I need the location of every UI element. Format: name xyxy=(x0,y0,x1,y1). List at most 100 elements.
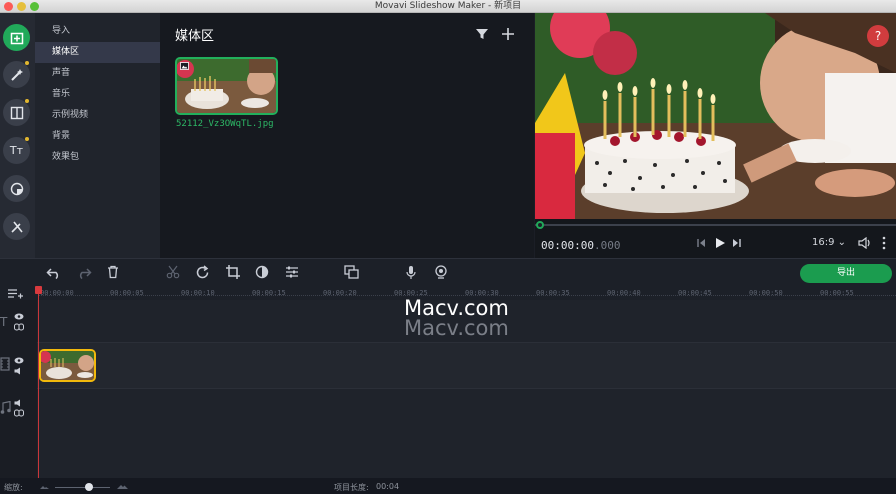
watermark-shadow: Macv.com xyxy=(404,316,509,340)
music-note-icon xyxy=(0,401,11,414)
redo-icon[interactable] xyxy=(76,266,92,280)
previous-frame-icon[interactable] xyxy=(696,238,706,248)
image-type-icon xyxy=(180,62,189,70)
titles-button[interactable]: Tт xyxy=(3,137,30,164)
tools-icon xyxy=(10,221,23,233)
ruler-tick: 00:00:40 xyxy=(607,289,641,297)
sidebar-item-sample-videos[interactable]: 示例视频 xyxy=(35,105,160,126)
ruler-tick: 00:00:50 xyxy=(749,289,783,297)
transitions-button[interactable] xyxy=(3,99,30,126)
next-frame-icon[interactable] xyxy=(732,238,742,248)
ruler-tick: 00:00:35 xyxy=(536,289,570,297)
sidebar-item-effect-packs[interactable]: 效果包 xyxy=(35,147,160,168)
clip-properties-icon[interactable] xyxy=(285,265,299,279)
undo-icon[interactable] xyxy=(46,266,62,280)
media-bin: 媒体区 52112_Vz3OWqTL.jpg xyxy=(160,13,534,258)
track-headers: T xyxy=(0,300,37,478)
export-button[interactable]: 导出 xyxy=(800,264,892,283)
media-filename: 52112_Vz3OWqTL.jpg xyxy=(176,119,274,129)
project-length-value: 00:04 xyxy=(376,482,400,491)
help-button[interactable]: ? xyxy=(867,25,889,47)
ruler-tick: 00:00:10 xyxy=(181,289,215,297)
more-tools-button[interactable] xyxy=(3,213,30,240)
sticker-icon xyxy=(10,182,23,195)
playhead-handle[interactable] xyxy=(35,286,42,294)
speaker-icon[interactable] xyxy=(14,399,24,407)
delete-icon[interactable] xyxy=(107,265,119,279)
add-track-icon[interactable] xyxy=(7,287,23,299)
timecode-ms: .000 xyxy=(593,239,621,252)
webcam-icon[interactable] xyxy=(434,265,448,280)
filter-icon[interactable] xyxy=(475,27,489,41)
scrubber-handle[interactable] xyxy=(536,221,544,229)
sidebar-item-music[interactable]: 音乐 xyxy=(35,84,160,105)
new-badge-dot xyxy=(25,99,29,103)
zoom-in-icon[interactable] xyxy=(117,483,128,490)
volume-icon[interactable] xyxy=(858,237,872,249)
add-icon[interactable] xyxy=(501,27,515,41)
filters-button[interactable] xyxy=(3,61,30,88)
sidebar-item-backgrounds[interactable]: 背景 xyxy=(35,126,160,147)
preview-image xyxy=(535,13,896,219)
color-adjust-icon[interactable] xyxy=(255,265,269,279)
import-icon xyxy=(10,32,23,44)
speaker-icon[interactable] xyxy=(14,367,24,375)
microphone-icon[interactable] xyxy=(405,265,417,280)
audio-track[interactable] xyxy=(0,389,896,478)
media-thumbnail[interactable] xyxy=(175,57,278,115)
zoom-label: 缩放: xyxy=(4,483,23,492)
timecode-main: 00:00:00 xyxy=(541,239,594,252)
link-icon[interactable] xyxy=(14,323,24,331)
zoom-out-icon[interactable] xyxy=(40,484,49,490)
preview-controls: 00:00:00.000 16:9 ⌄ xyxy=(535,219,896,258)
ruler-tick: 00:00:45 xyxy=(678,289,712,297)
aspect-ratio-value: 16:9 xyxy=(812,237,835,248)
playhead-line[interactable] xyxy=(38,290,39,478)
overlay-icon[interactable] xyxy=(344,265,359,279)
eye-icon[interactable] xyxy=(14,357,24,364)
ruler-tick: 00:00:00 xyxy=(40,289,74,297)
timecode: 00:00:00.000 xyxy=(541,239,620,252)
cake-photo-thumbnail xyxy=(177,59,276,113)
sidebar-item-sounds[interactable]: 声音 xyxy=(35,63,160,84)
preview-scrubber[interactable] xyxy=(535,224,896,226)
stickers-button[interactable] xyxy=(3,175,30,202)
timeline-toolbar: 导出 xyxy=(0,258,896,286)
new-badge-dot xyxy=(25,61,29,65)
window-title-bar: Movavi Slideshow Maker - 新项目 xyxy=(0,0,896,13)
timeline-clip[interactable] xyxy=(39,349,96,382)
video-track[interactable] xyxy=(0,342,896,389)
sidebar: 导入 媒体区 声音 音乐 示例视频 背景 效果包 xyxy=(35,13,160,258)
aspect-ratio-select[interactable]: 16:9 ⌄ xyxy=(812,237,846,248)
play-icon[interactable] xyxy=(714,237,726,249)
cut-icon[interactable] xyxy=(166,265,180,279)
more-options-icon[interactable] xyxy=(881,236,887,250)
crop-icon[interactable] xyxy=(226,265,240,279)
status-bar: 缩放: 项目长度: 00:04 xyxy=(0,478,896,494)
titles-icon: Tт xyxy=(9,144,24,157)
window-title: Movavi Slideshow Maker - 新项目 xyxy=(374,1,522,11)
left-toolbar: Tт xyxy=(0,13,35,258)
ruler-tick: 00:00:20 xyxy=(323,289,357,297)
zoom-slider-handle[interactable] xyxy=(85,483,93,491)
zoom-slider-track[interactable] xyxy=(55,487,110,488)
preview-player: ? xyxy=(535,13,896,219)
sidebar-item-import[interactable]: 导入 xyxy=(35,21,160,42)
eye-icon[interactable] xyxy=(14,313,24,320)
magic-wand-icon xyxy=(10,68,23,81)
project-length-label: 项目长度: xyxy=(334,483,369,492)
media-bin-title: 媒体区 xyxy=(175,29,215,44)
new-badge-dot xyxy=(25,137,29,141)
transition-icon xyxy=(10,106,23,119)
link-icon[interactable] xyxy=(14,409,24,417)
import-button[interactable] xyxy=(3,24,30,51)
video-track-icon xyxy=(0,357,10,371)
ruler-tick: 00:00:05 xyxy=(110,289,144,297)
chevron-down-icon: ⌄ xyxy=(837,237,847,248)
title-track-icon: T xyxy=(0,315,8,329)
rotate-icon[interactable] xyxy=(195,265,210,280)
ruler-tick: 00:00:15 xyxy=(252,289,286,297)
clip-thumbnail xyxy=(41,351,94,380)
sidebar-item-media[interactable]: 媒体区 xyxy=(35,42,160,63)
ruler-tick: 00:00:55 xyxy=(820,289,854,297)
